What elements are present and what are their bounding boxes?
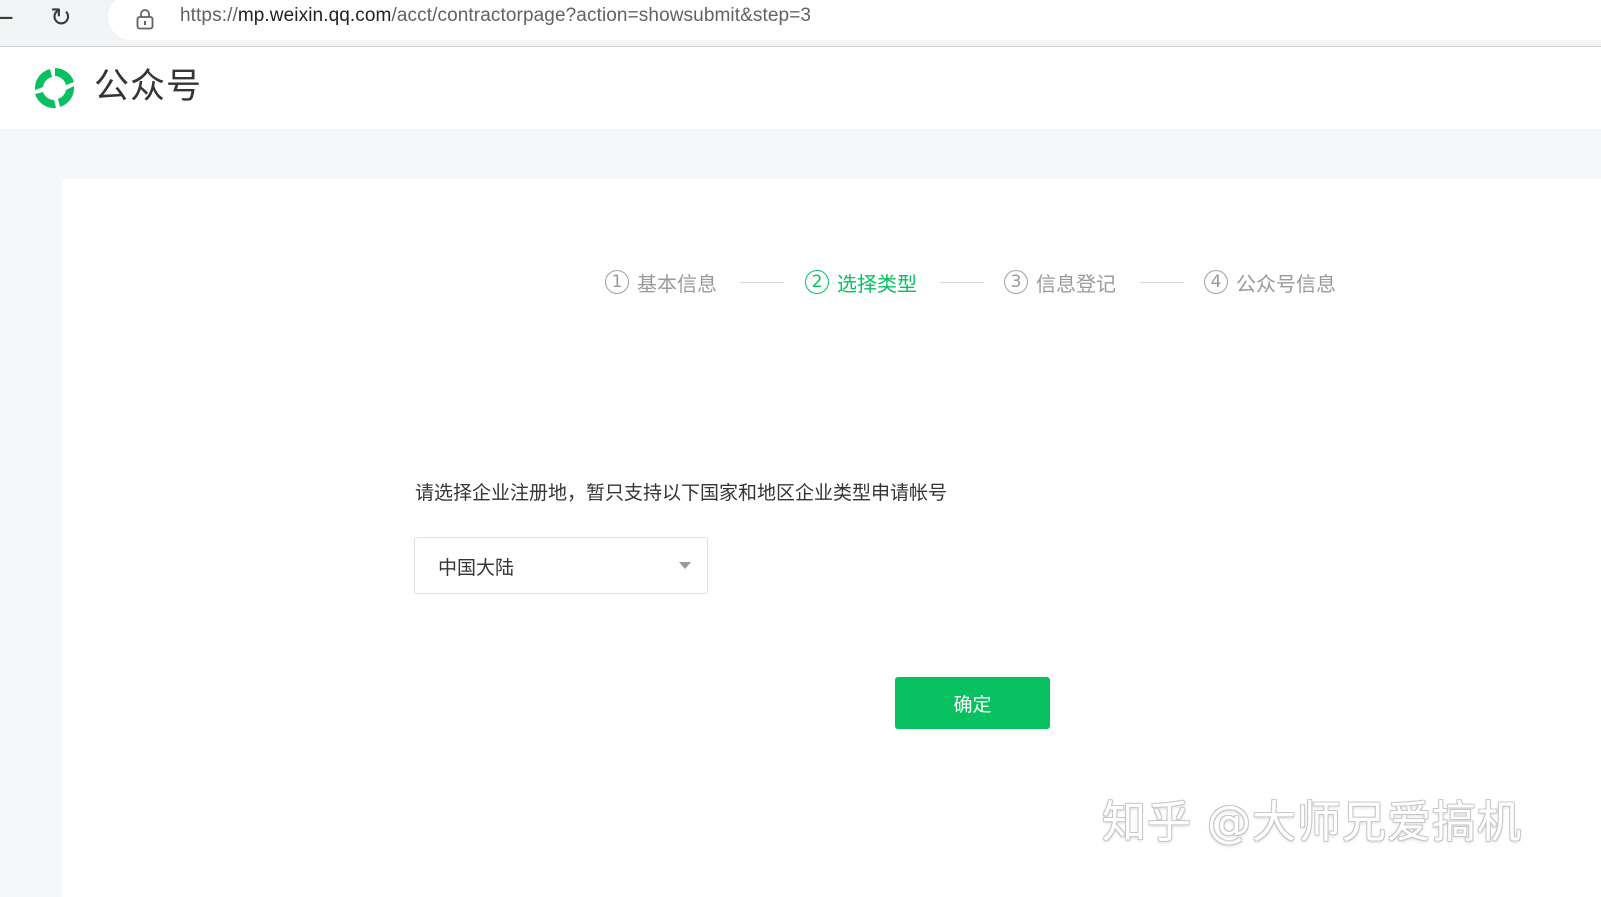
step-divider xyxy=(1140,282,1184,283)
url-host: mp.weixin.qq.com xyxy=(237,5,392,26)
lock-icon xyxy=(136,9,154,30)
step-label: 公众号信息 xyxy=(1236,271,1336,296)
step-info-registration: 3 信息登记 xyxy=(1004,264,1116,300)
site-header: 公众号 xyxy=(0,47,1601,129)
step-divider xyxy=(740,282,784,283)
watermark: 知乎 @大师兄爱搞机 xyxy=(1102,797,1522,848)
step-number: 2 xyxy=(805,270,829,294)
region-select[interactable]: 中国大陆 xyxy=(414,537,708,594)
browser-toolbar: ← ↻ https://mp.weixin.qq.com/acct/contra… xyxy=(0,0,1601,47)
step-basic-info: 1 基本信息 xyxy=(605,264,717,300)
step-account-info: 4 公众号信息 xyxy=(1204,264,1336,300)
region-select-value: 中国大陆 xyxy=(438,557,515,579)
address-bar[interactable]: https://mp.weixin.qq.com/acct/contractor… xyxy=(108,0,1601,40)
step-label: 基本信息 xyxy=(637,271,717,296)
step-number: 3 xyxy=(1004,270,1028,294)
brand-title[interactable]: 公众号 xyxy=(94,65,202,109)
step-divider xyxy=(940,282,984,283)
url-scheme: https:// xyxy=(180,5,238,26)
step-select-type: 2 选择类型 xyxy=(805,264,917,300)
confirm-button[interactable]: 确定 xyxy=(895,677,1050,729)
chevron-down-icon[interactable] xyxy=(679,562,691,569)
reload-icon[interactable]: ↻ xyxy=(50,2,72,34)
step-label: 信息登记 xyxy=(1036,271,1116,296)
step-number: 1 xyxy=(605,270,629,294)
step-indicator: 1 基本信息 2 选择类型 3 信息登记 4 公众号信息 xyxy=(605,264,1365,300)
url-text[interactable]: https://mp.weixin.qq.com/acct/contractor… xyxy=(180,5,811,27)
step-label: 选择类型 xyxy=(837,271,917,296)
url-path: /acct/contractorpage?action=showsubmit&s… xyxy=(391,5,812,26)
step-number: 4 xyxy=(1204,270,1228,294)
wechat-official-account-logo-icon[interactable] xyxy=(30,64,80,112)
region-hint: 请选择企业注册地，暂只支持以下国家和地区企业类型申请帐号 xyxy=(415,482,948,504)
back-arrow-icon[interactable]: ← xyxy=(0,2,14,34)
